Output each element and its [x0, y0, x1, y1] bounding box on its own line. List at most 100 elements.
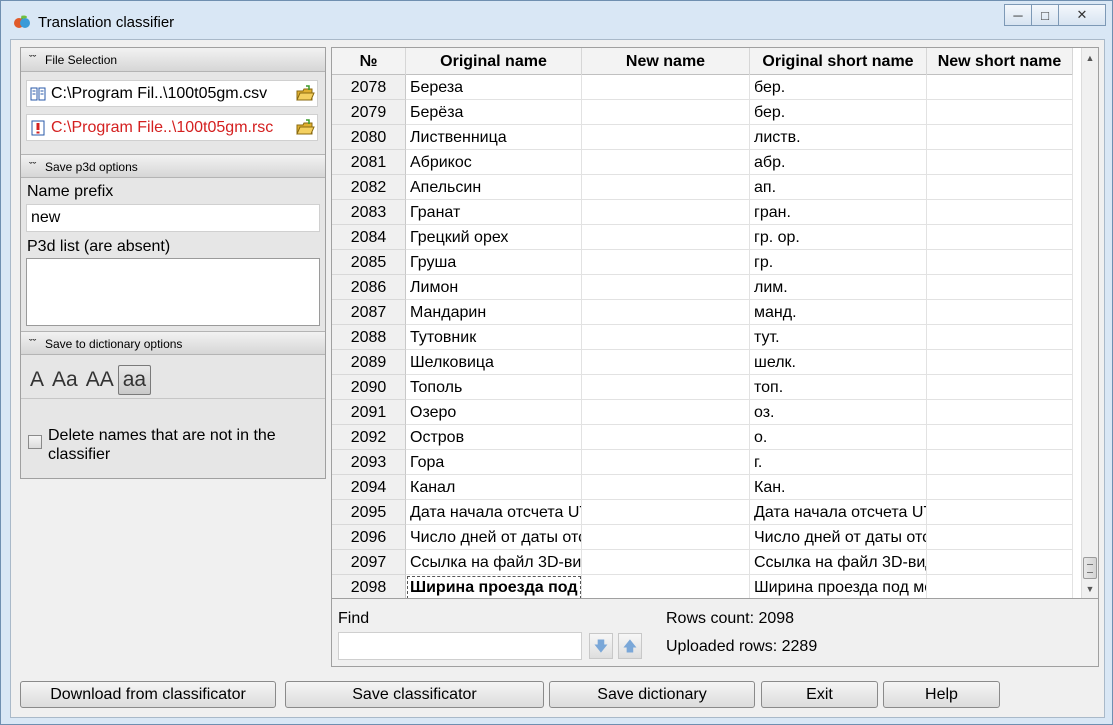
new-name-cell[interactable] — [582, 475, 750, 500]
new-name-cell[interactable] — [582, 75, 750, 100]
close-button[interactable]: ✕ — [1058, 4, 1106, 26]
original-name-cell[interactable]: Число дней от даты отс — [406, 525, 582, 550]
row-number-cell[interactable]: 2098 — [332, 575, 406, 598]
row-number-cell[interactable]: 2093 — [332, 450, 406, 475]
original-name-cell[interactable]: Грецкий орех — [406, 225, 582, 250]
csv-file-row[interactable]: C:\Program Fil..\100t05gm.csv — [26, 80, 318, 107]
new-name-cell[interactable] — [582, 575, 750, 598]
title-bar[interactable]: Translation classifier ─ □ ✕ — [1, 1, 1112, 41]
original-name-cell[interactable]: Канал — [406, 475, 582, 500]
column-header-original-name[interactable]: Original name — [406, 48, 582, 75]
table-row[interactable]: 2094 Канал Кан. — [332, 475, 1073, 500]
original-short-name-cell[interactable]: манд. — [750, 300, 927, 325]
original-short-name-cell[interactable]: Число дней от даты отс — [750, 525, 927, 550]
table-row[interactable]: 2078 Береза бер. — [332, 75, 1073, 100]
new-short-name-cell[interactable] — [927, 350, 1073, 375]
row-number-cell[interactable]: 2081 — [332, 150, 406, 175]
new-name-cell[interactable] — [582, 275, 750, 300]
row-number-cell[interactable]: 2087 — [332, 300, 406, 325]
new-name-cell[interactable] — [582, 150, 750, 175]
table-row[interactable]: 2085 Груша гр. — [332, 250, 1073, 275]
row-number-cell[interactable]: 2079 — [332, 100, 406, 125]
find-previous-button[interactable]: 🡅 — [618, 633, 642, 659]
delete-names-checkbox[interactable] — [28, 435, 42, 449]
original-name-cell[interactable]: Ширина проезда под — [406, 575, 582, 598]
vertical-scrollbar[interactable]: ▲ ▼ — [1081, 48, 1098, 598]
find-input[interactable] — [338, 632, 582, 660]
original-short-name-cell[interactable]: гр. — [750, 250, 927, 275]
table-row[interactable]: 2086 Лимон лим. — [332, 275, 1073, 300]
new-short-name-cell[interactable] — [927, 275, 1073, 300]
original-name-cell[interactable]: Апельсин — [406, 175, 582, 200]
original-name-cell[interactable]: Абрикос — [406, 150, 582, 175]
row-number-cell[interactable]: 2092 — [332, 425, 406, 450]
find-next-button[interactable]: 🡇 — [589, 633, 613, 659]
new-short-name-cell[interactable] — [927, 575, 1073, 598]
row-number-cell[interactable]: 2086 — [332, 275, 406, 300]
new-short-name-cell[interactable] — [927, 75, 1073, 100]
row-number-cell[interactable]: 2094 — [332, 475, 406, 500]
minimize-button[interactable]: ─ — [1004, 4, 1032, 26]
new-short-name-cell[interactable] — [927, 100, 1073, 125]
row-number-cell[interactable]: 2082 — [332, 175, 406, 200]
new-name-cell[interactable] — [582, 175, 750, 200]
original-name-cell[interactable]: Мандарин — [406, 300, 582, 325]
new-name-cell[interactable] — [582, 300, 750, 325]
new-short-name-cell[interactable] — [927, 375, 1073, 400]
original-short-name-cell[interactable]: о. — [750, 425, 927, 450]
download-from-classificator-button[interactable]: Download from classificator — [20, 681, 276, 708]
column-header-new-short-name[interactable]: New short name — [927, 48, 1073, 75]
original-short-name-cell[interactable]: топ. — [750, 375, 927, 400]
original-short-name-cell[interactable]: листв. — [750, 125, 927, 150]
column-header-original-short-name[interactable]: Original short name — [750, 48, 927, 75]
new-name-cell[interactable] — [582, 450, 750, 475]
scroll-down-icon[interactable]: ▼ — [1082, 581, 1098, 598]
new-short-name-cell[interactable] — [927, 150, 1073, 175]
original-name-cell[interactable]: Дата начала отсчета UT — [406, 500, 582, 525]
new-short-name-cell[interactable] — [927, 425, 1073, 450]
new-short-name-cell[interactable] — [927, 300, 1073, 325]
original-name-cell[interactable]: Остров — [406, 425, 582, 450]
original-short-name-cell[interactable]: г. — [750, 450, 927, 475]
new-name-cell[interactable] — [582, 325, 750, 350]
column-header-number[interactable]: № — [332, 48, 406, 75]
original-name-cell[interactable]: Берёза — [406, 100, 582, 125]
new-name-cell[interactable] — [582, 525, 750, 550]
original-short-name-cell[interactable]: лим. — [750, 275, 927, 300]
new-short-name-cell[interactable] — [927, 400, 1073, 425]
original-name-cell[interactable]: Гранат — [406, 200, 582, 225]
original-name-cell[interactable]: Береза — [406, 75, 582, 100]
case-title-button[interactable]: Aa — [48, 365, 82, 395]
original-short-name-cell[interactable]: бер. — [750, 75, 927, 100]
open-folder-icon[interactable] — [295, 84, 315, 104]
case-lower-button[interactable]: aa — [117, 365, 152, 395]
table-row[interactable]: 2091 Озеро оз. — [332, 400, 1073, 425]
new-name-cell[interactable] — [582, 125, 750, 150]
row-number-cell[interactable]: 2091 — [332, 400, 406, 425]
original-short-name-cell[interactable]: гран. — [750, 200, 927, 225]
original-short-name-cell[interactable]: бер. — [750, 100, 927, 125]
new-short-name-cell[interactable] — [927, 200, 1073, 225]
new-name-cell[interactable] — [582, 350, 750, 375]
original-short-name-cell[interactable]: оз. — [750, 400, 927, 425]
new-name-cell[interactable] — [582, 500, 750, 525]
row-number-cell[interactable]: 2090 — [332, 375, 406, 400]
row-number-cell[interactable]: 2095 — [332, 500, 406, 525]
table-row[interactable]: 2083 Гранат гран. — [332, 200, 1073, 225]
table-row[interactable]: 2095 Дата начала отсчета UT Дата начала от… — [332, 500, 1073, 525]
new-short-name-cell[interactable] — [927, 450, 1073, 475]
original-name-cell[interactable]: Шелковица — [406, 350, 582, 375]
row-number-cell[interactable]: 2078 — [332, 75, 406, 100]
translation-grid[interactable]: № Original name New name Original short … — [331, 47, 1099, 599]
new-short-name-cell[interactable] — [927, 550, 1073, 575]
original-short-name-cell[interactable]: Ширина проезда под мо — [750, 575, 927, 598]
new-name-cell[interactable] — [582, 550, 750, 575]
exit-button[interactable]: Exit — [761, 681, 878, 708]
new-short-name-cell[interactable] — [927, 475, 1073, 500]
maximize-button[interactable]: □ — [1031, 4, 1059, 26]
row-number-cell[interactable]: 2084 — [332, 225, 406, 250]
new-name-cell[interactable] — [582, 375, 750, 400]
new-name-cell[interactable] — [582, 100, 750, 125]
table-row[interactable]: 2087 Мандарин манд. — [332, 300, 1073, 325]
original-short-name-cell[interactable]: Кан. — [750, 475, 927, 500]
